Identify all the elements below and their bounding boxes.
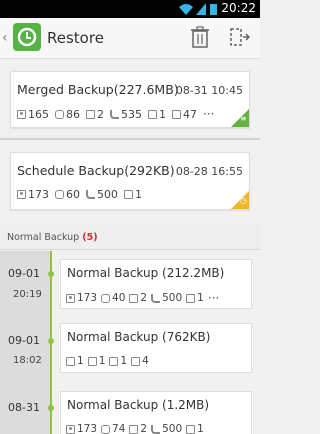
- stat-call-log: 500: [151, 423, 182, 434]
- section-header: Normal Backup (5): [0, 224, 260, 250]
- timeline-date: 09-01: [8, 267, 40, 280]
- contacts-icon: [17, 109, 26, 119]
- schedule-backup-card[interactable]: Schedule Backup(292KB) 08-28 16:55 173 6…: [10, 152, 250, 210]
- more-dots-icon: ···: [207, 291, 220, 305]
- calendar-icon: [66, 356, 75, 366]
- timeline-date: 08-31: [8, 401, 40, 414]
- stat-messages: 74: [101, 423, 125, 434]
- stat-mms: 2: [86, 108, 104, 121]
- timeline-dot: [48, 338, 54, 344]
- merge-icon: ≡: [240, 114, 247, 123]
- calendar-icon: [186, 424, 196, 434]
- timeline-time: 20:19: [13, 289, 42, 300]
- call-log-icon: [86, 190, 95, 199]
- backup-stats: 173 40 2 500 1 ···: [66, 291, 219, 305]
- stat-contacts: 165: [17, 108, 49, 121]
- more-dots-icon: ···: [203, 107, 215, 121]
- backup-stats: 1 1 1 4: [66, 355, 153, 367]
- backup-name: Normal Backup (212.2MB): [67, 266, 225, 280]
- messages-icon: [55, 109, 64, 119]
- stat-settings: 1: [109, 355, 127, 367]
- contacts-icon: [17, 190, 26, 199]
- divider: [0, 138, 260, 140]
- stat-messages: 40: [101, 292, 125, 304]
- stat-apps: 47: [172, 108, 197, 121]
- status-bar: 20:22: [0, 0, 260, 18]
- backup-stats: 165 86 2 535 1 47 ···: [17, 107, 214, 121]
- stat-calendar: 1: [124, 188, 142, 201]
- call-log-icon: [151, 424, 161, 434]
- normal-backup-card[interactable]: Normal Backup (762KB) 1 1 1 4: [60, 323, 252, 373]
- stat-call-log: 500: [86, 188, 118, 201]
- settings-icon: [109, 356, 119, 366]
- stat-contacts: 173: [66, 292, 97, 304]
- stat-notes: 1: [87, 355, 105, 367]
- contacts-icon: [66, 424, 75, 434]
- notes-icon: [87, 356, 97, 366]
- messages-icon: [101, 424, 111, 434]
- timeline-dot: [48, 271, 54, 277]
- section-title: Normal Backup (5): [7, 232, 98, 243]
- stat-contacts: 173: [17, 188, 49, 201]
- mms-icon: [129, 424, 139, 434]
- trash-icon[interactable]: [190, 26, 210, 48]
- apps-icon: [172, 109, 181, 119]
- clock-icon: ◷: [240, 196, 247, 205]
- call-log-icon: [151, 293, 161, 303]
- backup-stats: 173 74 2 500 1: [66, 423, 208, 434]
- messages-icon: [55, 190, 64, 199]
- calendar-icon: [186, 293, 196, 303]
- schedule-badge: ◷: [231, 191, 249, 209]
- stat-call-log: 535: [110, 108, 142, 121]
- merged-badge: ≡: [231, 109, 249, 127]
- calendar-icon: [124, 190, 133, 199]
- stat-call-log: 500: [151, 292, 182, 304]
- stat-messages: 60: [55, 188, 80, 201]
- normal-backup-card[interactable]: Normal Backup (212.2MB) 173 40 2 500 1 ·…: [60, 259, 252, 309]
- backup-date: 08-28 16:55: [175, 165, 243, 178]
- app-bar: ‹ Restore: [0, 18, 260, 59]
- messages-icon: [101, 293, 111, 303]
- battery-icon: [210, 4, 217, 15]
- stat-calendar: 1: [186, 292, 204, 304]
- backup-name: Normal Backup (1.2MB): [67, 398, 210, 412]
- bookmarks-icon: [131, 356, 141, 366]
- page-title: Restore: [47, 29, 104, 47]
- stat-mms: 2: [129, 292, 147, 304]
- stat-calendar: 1: [66, 355, 84, 367]
- signal-icon: [196, 3, 206, 15]
- call-log-icon: [110, 109, 119, 119]
- wifi-icon: [179, 4, 193, 15]
- timeline-date: 09-01: [8, 334, 40, 347]
- backup-date: 08-31 10:45: [175, 84, 243, 97]
- timeline-time: 18:02: [13, 355, 42, 366]
- stat-messages: 86: [55, 108, 80, 121]
- backup-timeline: 09-01 20:19 Normal Backup (212.2MB) 173 …: [0, 251, 260, 434]
- backup-name: Merged Backup(227.6MB): [17, 82, 179, 97]
- stat-mms: 2: [129, 423, 147, 434]
- back-chevron-icon[interactable]: ‹: [2, 30, 8, 46]
- stat-contacts: 173: [66, 423, 97, 434]
- section-count: (5): [82, 232, 98, 243]
- restore-clock-icon: [17, 27, 37, 47]
- select-menu-icon[interactable]: [229, 27, 251, 47]
- stat-bookmarks: 4: [131, 355, 149, 367]
- mms-icon: [86, 109, 95, 119]
- stat-calendar: 1: [148, 108, 166, 121]
- timeline-dot: [48, 405, 54, 411]
- backup-stats: 173 60 500 1: [17, 188, 148, 201]
- stat-calendar: 1: [186, 423, 204, 434]
- backup-name: Normal Backup (762KB): [67, 330, 211, 344]
- normal-backup-card[interactable]: Normal Backup (1.2MB) 173 74 2 500 1: [60, 391, 252, 434]
- status-time: 20:22: [221, 1, 256, 15]
- calendar-icon: [148, 109, 157, 119]
- backup-name: Schedule Backup(292KB): [17, 163, 175, 178]
- mms-icon: [129, 293, 139, 303]
- merged-backup-card[interactable]: Merged Backup(227.6MB) 08-31 10:45 165 8…: [10, 71, 250, 128]
- app-logo[interactable]: [13, 23, 41, 51]
- contacts-icon: [66, 293, 75, 303]
